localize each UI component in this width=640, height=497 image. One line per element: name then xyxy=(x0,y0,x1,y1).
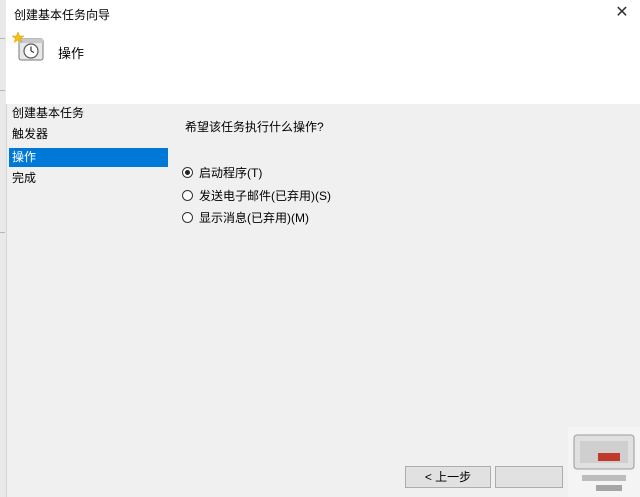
nav-step-trigger[interactable]: 触发器 xyxy=(9,125,168,144)
window-title: 创建基本任务向导 xyxy=(14,8,111,22)
title-bar: 创建基本任务向导 ✕ xyxy=(6,0,640,26)
action-question: 希望该任务执行什么操作? xyxy=(185,120,324,134)
next-button[interactable] xyxy=(495,466,563,488)
radio-start-program[interactable]: 启动程序(T) xyxy=(182,164,262,180)
page-title: 操作 xyxy=(58,46,85,61)
radio-display-message[interactable]: 显示消息(已弃用)(M) xyxy=(182,209,309,225)
nav-step-create-basic-task[interactable]: 创建基本任务 xyxy=(9,104,168,123)
nav-step-action[interactable]: 操作 xyxy=(9,148,168,167)
wizard-window: 创建基本任务向导 ✕ 操作 创建基本任务 触发器 操作 完成 希望该任务执行什么… xyxy=(0,0,640,497)
radio-button[interactable] xyxy=(182,211,193,223)
close-icon[interactable]: ✕ xyxy=(612,3,632,23)
action-panel: 希望该任务执行什么操作? 启动程序(T) 发送电子邮件(已弃用)(S) 显示消息… xyxy=(168,104,640,497)
wizard-steps-nav: 创建基本任务 触发器 操作 完成 xyxy=(6,104,168,497)
nav-step-finish[interactable]: 完成 xyxy=(9,169,168,188)
radio-send-email[interactable]: 发送电子邮件(已弃用)(S) xyxy=(182,187,331,203)
radio-button-checked[interactable] xyxy=(182,166,193,178)
radio-button[interactable] xyxy=(182,189,193,201)
wizard-header: 操作 xyxy=(6,26,640,104)
task-clock-icon xyxy=(11,31,46,62)
back-button[interactable]: < 上一步 xyxy=(405,466,491,488)
